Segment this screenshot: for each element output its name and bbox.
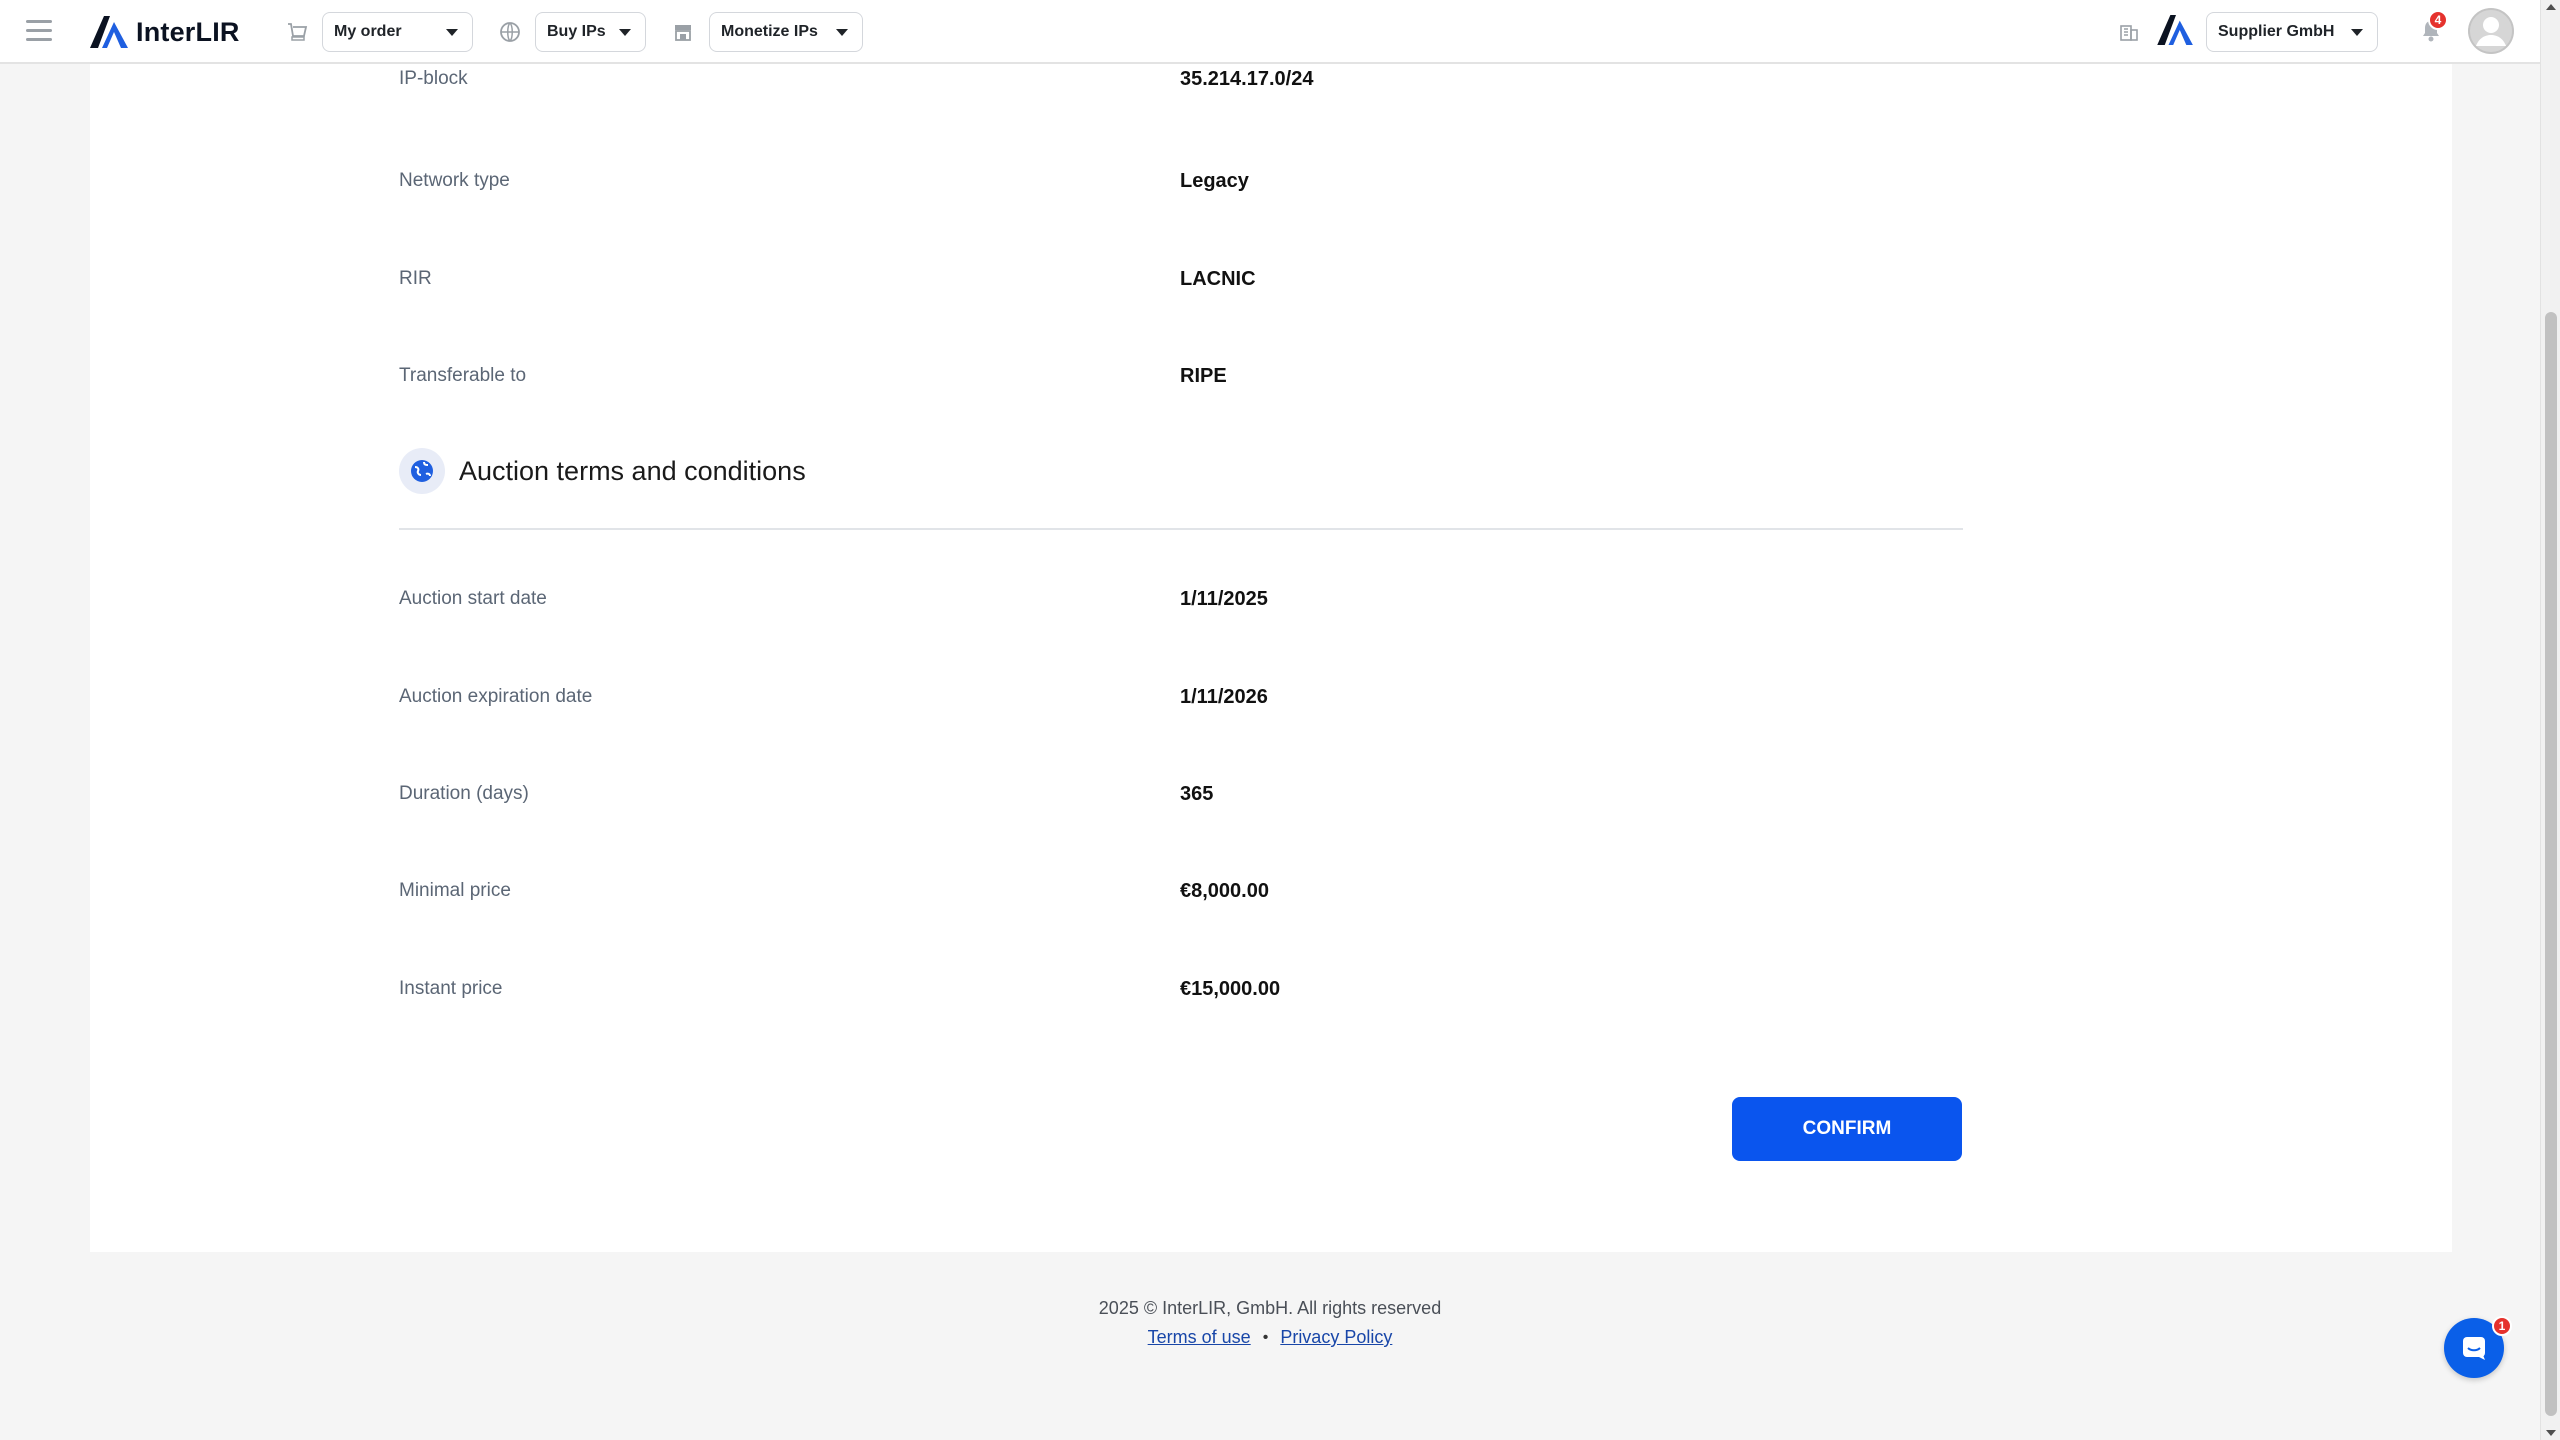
terms-of-use-link[interactable]: Terms of use (1148, 1327, 1251, 1348)
chat-unread-badge: 1 (2492, 1316, 2512, 1336)
chevron-down-icon (619, 28, 631, 36)
top-navigation-bar: InterLIR My order Buy IPs Monetize IPs S… (0, 0, 2540, 64)
cart-icon (284, 19, 310, 45)
detail-row-duration-days: Duration (days) 365 (399, 775, 1963, 815)
brand-name: InterLIR (136, 16, 240, 47)
brand-logo[interactable]: InterLIR (90, 14, 240, 50)
chat-icon (2463, 1337, 2485, 1360)
building-icon (2116, 19, 2142, 45)
detail-label: Duration (days) (399, 783, 529, 804)
detail-label: Minimal price (399, 880, 511, 901)
detail-row-transferable-to: Transferable to RIPE (399, 357, 1963, 397)
detail-label: Instant price (399, 978, 503, 999)
globe-icon (497, 19, 523, 45)
detail-label: Transferable to (399, 365, 527, 386)
chevron-down-icon (446, 28, 458, 36)
detail-label: IP-block (399, 68, 468, 89)
privacy-policy-link[interactable]: Privacy Policy (1280, 1327, 1392, 1348)
chevron-down-icon (2351, 28, 2363, 36)
my-order-dropdown[interactable]: My order (322, 12, 473, 52)
footer-copyright: 2025 © InterLIR, GmbH. All rights reserv… (1098, 1298, 1442, 1318)
company-logo-icon (2157, 15, 2193, 45)
auction-section-header: Auction terms and conditions (399, 448, 806, 494)
detail-row-ip-block: IP-block 35.214.17.0/24 (399, 64, 1963, 104)
detail-value: 1/11/2026 (1180, 686, 1268, 708)
detail-row-auction-start-date: Auction start date 1/11/2025 (399, 580, 1963, 620)
detail-value: LACNIC (1180, 268, 1256, 290)
detail-row-instant-price: Instant price €15,000.00 (399, 970, 1963, 1010)
footer-separator: • (1262, 1328, 1269, 1346)
avatar-icon (2468, 8, 2514, 54)
store-icon (670, 19, 696, 45)
user-avatar[interactable] (2468, 8, 2514, 54)
company-label: Supplier GmbH (2218, 23, 2335, 40)
detail-value: 35.214.17.0/24 (1180, 68, 1314, 90)
monetize-ips-dropdown[interactable]: Monetize IPs (709, 12, 863, 52)
section-divider (399, 528, 1963, 530)
detail-label: Network type (399, 170, 510, 191)
footer-links: Terms of use • Privacy Policy (0, 1327, 2540, 1348)
detail-label: Auction start date (399, 588, 547, 609)
section-title: Auction terms and conditions (459, 455, 806, 486)
detail-label: Auction expiration date (399, 686, 593, 707)
detail-value: Legacy (1180, 170, 1249, 192)
detail-row-rir: RIR LACNIC (399, 260, 1963, 300)
detail-value: 365 (1180, 783, 1214, 805)
detail-value: €8,000.00 (1180, 880, 1269, 902)
scrollbar-thumb[interactable] (2545, 312, 2557, 1416)
chevron-down-icon (836, 28, 848, 36)
detail-value: 1/11/2025 (1180, 588, 1268, 610)
detail-label: RIR (399, 268, 432, 289)
detail-value: €15,000.00 (1180, 978, 1281, 1000)
monetize-ips-label: Monetize IPs (721, 23, 818, 40)
detail-row-minimal-price: Minimal price €8,000.00 (399, 872, 1963, 912)
detail-value: RIPE (1180, 365, 1227, 387)
buy-ips-dropdown[interactable]: Buy IPs (535, 12, 646, 52)
notification-count-badge: 4 (2428, 10, 2448, 30)
confirm-button[interactable]: CONFIRM (1732, 1097, 1962, 1161)
scroll-up-arrow-icon[interactable] (2546, 4, 2556, 10)
hamburger-menu-icon[interactable] (26, 20, 52, 42)
detail-row-network-type: Network type Legacy (399, 162, 1963, 202)
buy-ips-label: Buy IPs (547, 23, 606, 40)
company-dropdown[interactable]: Supplier GmbH (2206, 12, 2378, 52)
scroll-down-arrow-icon[interactable] (2546, 1430, 2556, 1436)
my-order-label: My order (334, 23, 402, 40)
interlir-logo-icon (90, 16, 128, 48)
globe-icon (399, 448, 445, 494)
page-scrollbar[interactable] (2540, 0, 2560, 1440)
detail-row-auction-expiration-date: Auction expiration date 1/11/2026 (399, 678, 1963, 718)
